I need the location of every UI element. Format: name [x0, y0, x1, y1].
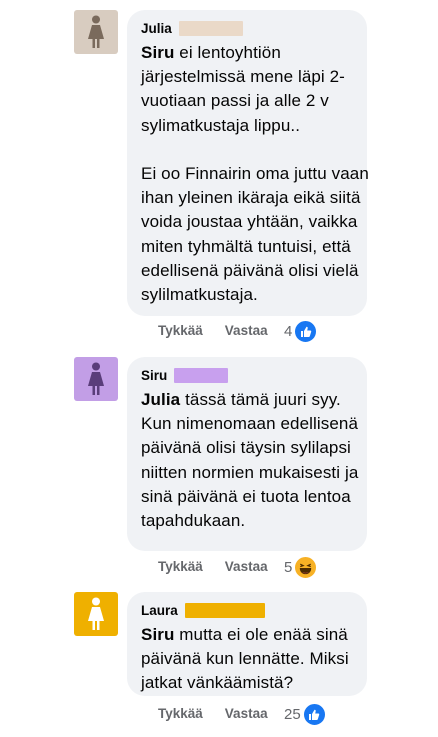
female-person-icon [88, 597, 104, 630]
reply-button[interactable]: Vastaa [225, 706, 268, 721]
like-icon [294, 320, 318, 343]
comment-author[interactable]: Laura [141, 603, 178, 618]
avatar[interactable] [74, 10, 118, 54]
reaction-count: 5 [284, 559, 293, 576]
female-person-icon [88, 362, 104, 395]
mention-tag[interactable]: Siru [141, 625, 174, 644]
comment-actions: Tykkää Vastaa [158, 323, 290, 338]
reply-button[interactable]: Vastaa [225, 323, 268, 338]
comment-text: Siru mutta ei ole enää sinä päivänä kun … [141, 623, 369, 696]
avatar[interactable] [74, 357, 118, 401]
female-person-icon [88, 15, 104, 48]
mention-tag[interactable]: Julia [141, 390, 180, 409]
comment-text: Siru ei lentoyhtiön järjestelmissä mene … [141, 41, 369, 307]
comment-text: Julia tässä tämä juuri syy. Kun nimenoma… [141, 388, 369, 533]
comment-body: ei lentoyhtiön järjestelmissä mene läpi … [141, 43, 369, 305]
reaction-count: 25 [284, 706, 301, 723]
redacted-name [174, 368, 229, 383]
like-button[interactable]: Tykkää [158, 323, 203, 338]
comment-bubble: Julia Siru ei lentoyhtiön järjestelmissä… [127, 10, 369, 316]
redacted-name [178, 21, 243, 36]
comment-author[interactable]: Julia [141, 21, 172, 36]
comment-actions: Tykkää Vastaa [158, 559, 290, 574]
comment-body: tässä tämä juuri syy. Kun nimenomaan ede… [141, 390, 359, 531]
avatar[interactable] [74, 592, 118, 636]
comment-bubble: Siru Julia tässä tämä juuri syy. Kun nim… [127, 357, 367, 551]
reaction-count: 4 [284, 323, 293, 340]
reaction-summary[interactable]: 4 [284, 320, 318, 343]
comment-author[interactable]: Siru [141, 368, 167, 383]
like-icon [302, 703, 326, 726]
like-button[interactable]: Tykkää [158, 559, 203, 574]
like-button[interactable]: Tykkää [158, 706, 203, 721]
comment-bubble: Laura Siru mutta ei ole enää sinä päivän… [127, 592, 367, 696]
reaction-summary[interactable]: 5 [284, 556, 318, 579]
reaction-summary[interactable]: 25 [284, 703, 326, 726]
mention-tag[interactable]: Siru [141, 43, 174, 62]
redacted-name [184, 603, 265, 618]
haha-icon [294, 556, 318, 579]
reply-button[interactable]: Vastaa [225, 559, 268, 574]
comment-actions: Tykkää Vastaa [158, 706, 290, 721]
